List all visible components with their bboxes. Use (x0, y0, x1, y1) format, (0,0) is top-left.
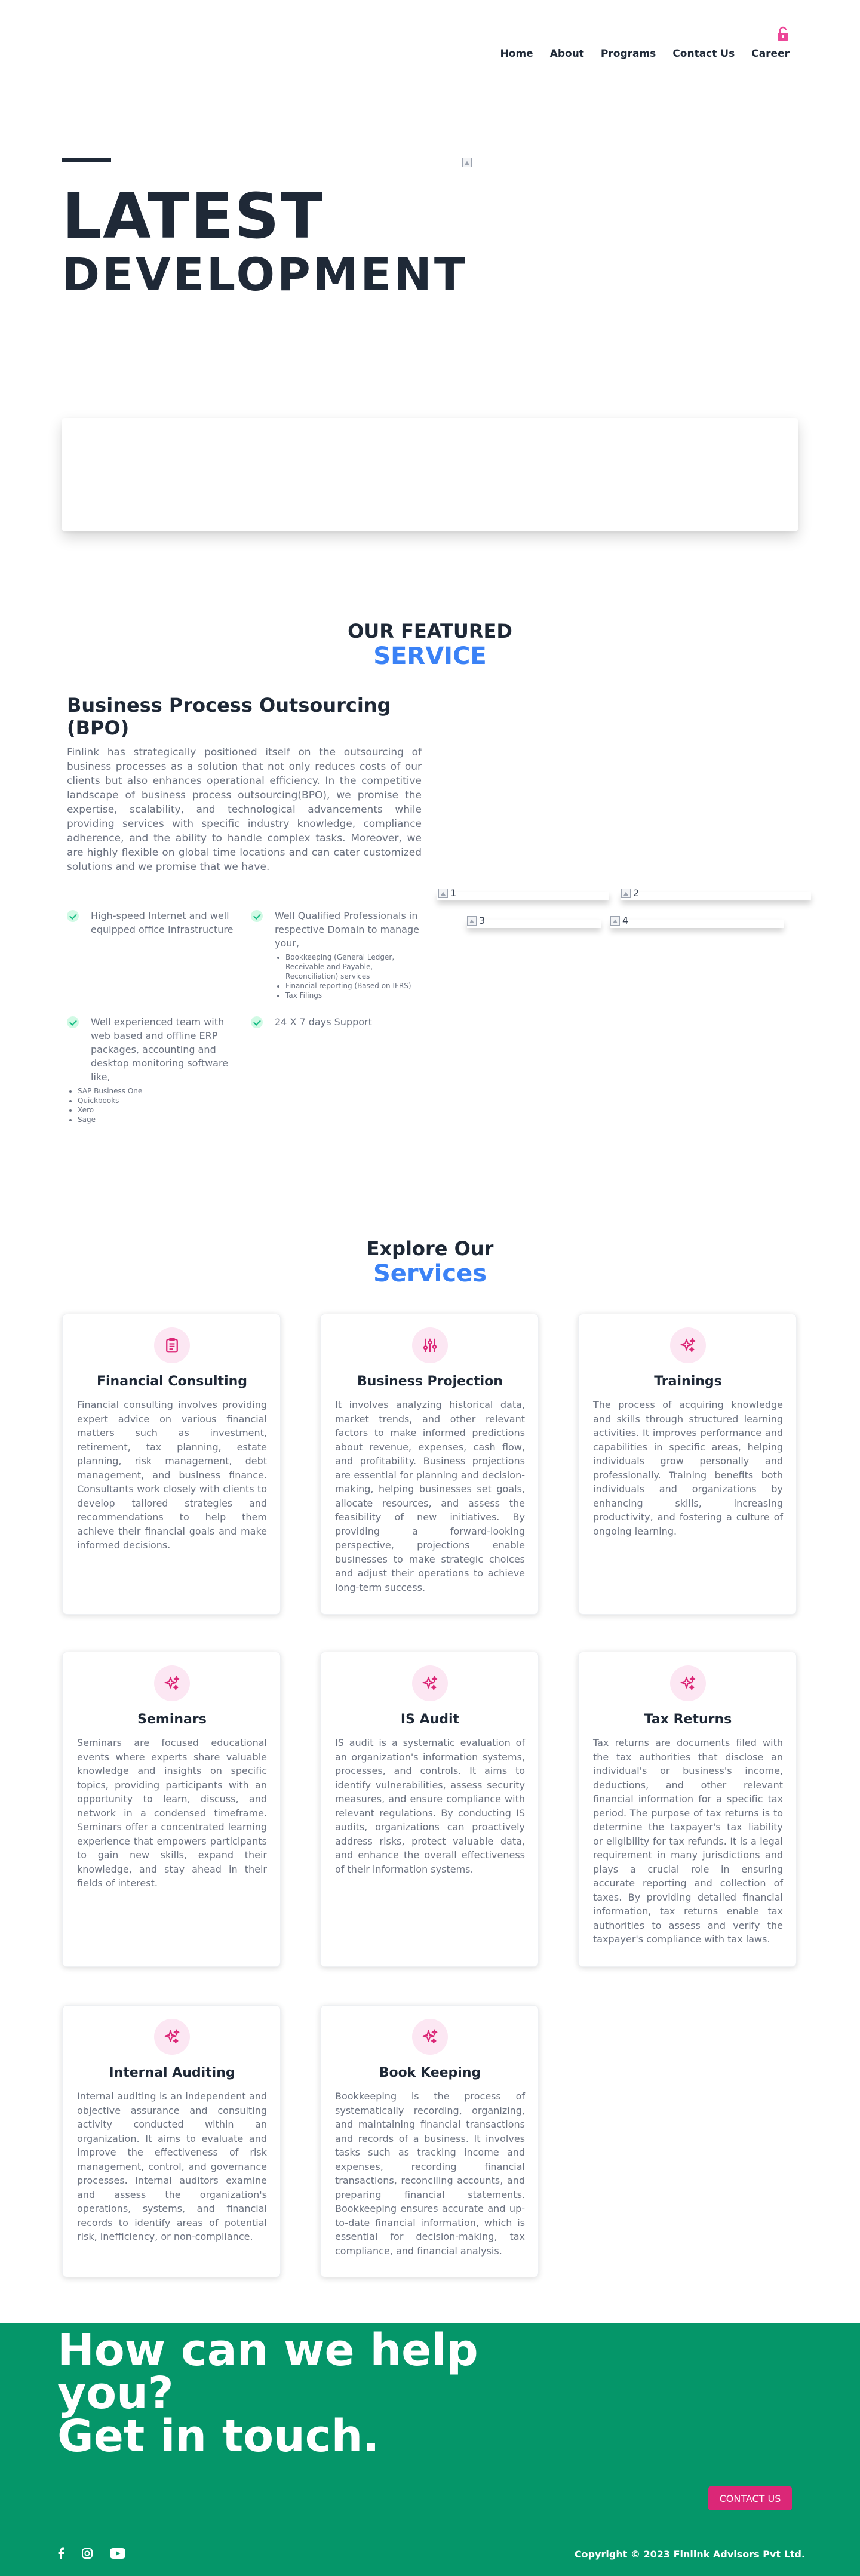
footer-headline-line2: you? (57, 2368, 174, 2419)
feature-item: Well experienced team with web based and… (78, 1015, 238, 1124)
main-nav: Home About Programs Contact Us Career (500, 48, 790, 60)
footer-headline-line3: Get in touch. (57, 2411, 380, 2462)
feature-subitem: Sage (78, 1115, 238, 1124)
hero-title-line2: DEVELOPMENT (62, 248, 468, 301)
service-card-title: Tax Returns (644, 1712, 732, 1727)
service-card-seminars[interactable]: Seminars Seminars are focused educationa… (62, 1652, 281, 1967)
service-card-title: Internal Auditing (109, 2065, 235, 2080)
bpo-title: Business Process Outsourcing (BPO) (67, 694, 391, 740)
contact-us-button[interactable]: CONTACT US (708, 2486, 792, 2510)
feature-sublist: SAP Business One Quickbooks Xero Sage (67, 1086, 238, 1124)
nav-home-link[interactable]: Home (500, 48, 533, 60)
featured-heading-subtitle: SERVICE (373, 643, 487, 670)
service-card-title: Financial Consulting (96, 1374, 248, 1389)
service-card-trainings[interactable]: Trainings The process of acquiring knowl… (578, 1314, 797, 1615)
check-icon (251, 1016, 263, 1028)
nav-contact-link[interactable]: Contact Us (672, 48, 735, 60)
service-card-title: Business Projection (357, 1374, 503, 1389)
service-card-title: Seminars (137, 1712, 207, 1727)
service-card-text: Bookkeeping is the process of systematic… (335, 2091, 525, 2257)
service-card-text: Tax returns are documents filed with the… (593, 1737, 783, 1945)
services-heading-title: Explore Our (366, 1237, 494, 1260)
service-card-is-audit[interactable]: IS Audit IS audit is a systematic evalua… (320, 1652, 539, 1967)
service-card-title: Trainings (654, 1374, 722, 1389)
service-card-text: The process of acquiring knowledge and s… (593, 1399, 783, 1537)
service-card-text: IS audit is a systematic evaluation of a… (335, 1737, 525, 1875)
featured-heading: OUR FEATURED SERVICE (0, 620, 860, 670)
nav-about-link[interactable]: About (550, 48, 584, 60)
bpo-description: Finlink has strategically positioned its… (67, 746, 422, 873)
services-heading-subtitle: Services (373, 1260, 487, 1287)
sparkles-icon (670, 1665, 706, 1701)
feature-subitem: Bookkeeping (General Ledger, Receivable … (285, 952, 424, 981)
hero-title-line1: LATEST (62, 180, 324, 253)
gallery-image-1-alt: 1 (450, 887, 457, 899)
feature-subitem: SAP Business One (78, 1086, 238, 1096)
feature-text: 24 X 7 days Support (275, 1016, 372, 1028)
service-card-text: Financial consulting involves providing … (77, 1399, 267, 1551)
feature-text: High-speed Internet and well equipped of… (91, 910, 234, 935)
gallery-image-3: 3 (467, 916, 601, 928)
check-icon (67, 1016, 79, 1028)
instagram-icon[interactable] (81, 2547, 93, 2562)
gallery-image-2-alt: 2 (633, 887, 640, 899)
sliders-icon (412, 1327, 448, 1363)
clipboard-icon (154, 1327, 190, 1363)
sparkles-icon (154, 1665, 190, 1701)
lock-icon[interactable] (776, 26, 790, 42)
social-links (57, 2547, 125, 2562)
feature-text: Well Qualified Professionals in respecti… (275, 910, 419, 949)
feature-subitem: Quickbooks (78, 1096, 238, 1105)
featured-heading-title: OUR FEATURED (348, 620, 512, 643)
nav-programs-link[interactable]: Programs (601, 48, 656, 60)
copyright-text: Copyright © 2023 Finlink Advisors Pvt Lt… (574, 2549, 805, 2560)
gallery-image-4: 4 (610, 916, 784, 928)
services-heading: Explore Our Services (0, 1237, 860, 1287)
service-card-business-projection[interactable]: Business Projection It involves analyzin… (320, 1314, 539, 1615)
service-card-financial-consulting[interactable]: Financial Consulting Financial consultin… (62, 1314, 281, 1615)
service-card-title: IS Audit (400, 1712, 460, 1727)
page: Home About Programs Contact Us Career LA… (0, 0, 860, 2576)
facebook-icon[interactable] (57, 2547, 64, 2562)
feature-item: High-speed Internet and well equipped of… (91, 909, 240, 936)
check-icon (251, 910, 263, 922)
sparkles-icon (412, 2019, 448, 2055)
gallery-image-3-alt: 3 (479, 915, 486, 926)
service-card-tax-returns[interactable]: Tax Returns Tax returns are documents fi… (578, 1652, 797, 1967)
footer-headline-line1: How can we help (57, 2325, 478, 2376)
feature-text: Well experienced team with web based and… (91, 1016, 229, 1083)
youtube-icon[interactable] (110, 2548, 125, 2561)
feature-subitem: Xero (78, 1105, 238, 1115)
footer-headline: How can we help you? Get in touch. (57, 2325, 535, 2462)
footer: How can we help you? Get in touch. CONTA… (0, 2323, 860, 2576)
service-card-book-keeping[interactable]: Book Keeping Bookkeeping is the process … (320, 2005, 539, 2277)
service-card-title: Book Keeping (379, 2065, 481, 2080)
sparkles-icon (154, 2019, 190, 2055)
feature-item: Well Qualified Professionals in respecti… (275, 909, 424, 1000)
nav-career-link[interactable]: Career (751, 48, 790, 60)
check-icon (67, 910, 79, 922)
service-card-text: Seminars are focused educational events … (77, 1737, 267, 1889)
feature-sublist: Bookkeeping (General Ledger, Receivable … (275, 952, 424, 1000)
sparkles-icon (670, 1327, 706, 1363)
feature-subitem: Financial reporting (Based on IFRS) (285, 981, 424, 991)
service-card-internal-auditing[interactable]: Internal Auditing Internal auditing is a… (62, 2005, 281, 2277)
gallery-image-4-alt: 4 (622, 915, 629, 926)
feature-item: 24 X 7 days Support (275, 1015, 424, 1029)
gallery-image-1: 1 (437, 887, 609, 900)
hero-title: LATEST DEVELOPMENT (62, 185, 468, 297)
service-card-text: It involves analyzing historical data, m… (335, 1399, 525, 1593)
sparkles-icon (412, 1665, 448, 1701)
feature-subitem: Tax Filings (285, 991, 424, 1000)
gallery-image-2: 2 (621, 887, 811, 900)
hero-card (62, 418, 798, 531)
service-card-text: Internal auditing is an independent and … (77, 2091, 267, 2242)
hero-accent-bar (62, 158, 111, 162)
hero-image-placeholder (462, 158, 472, 167)
